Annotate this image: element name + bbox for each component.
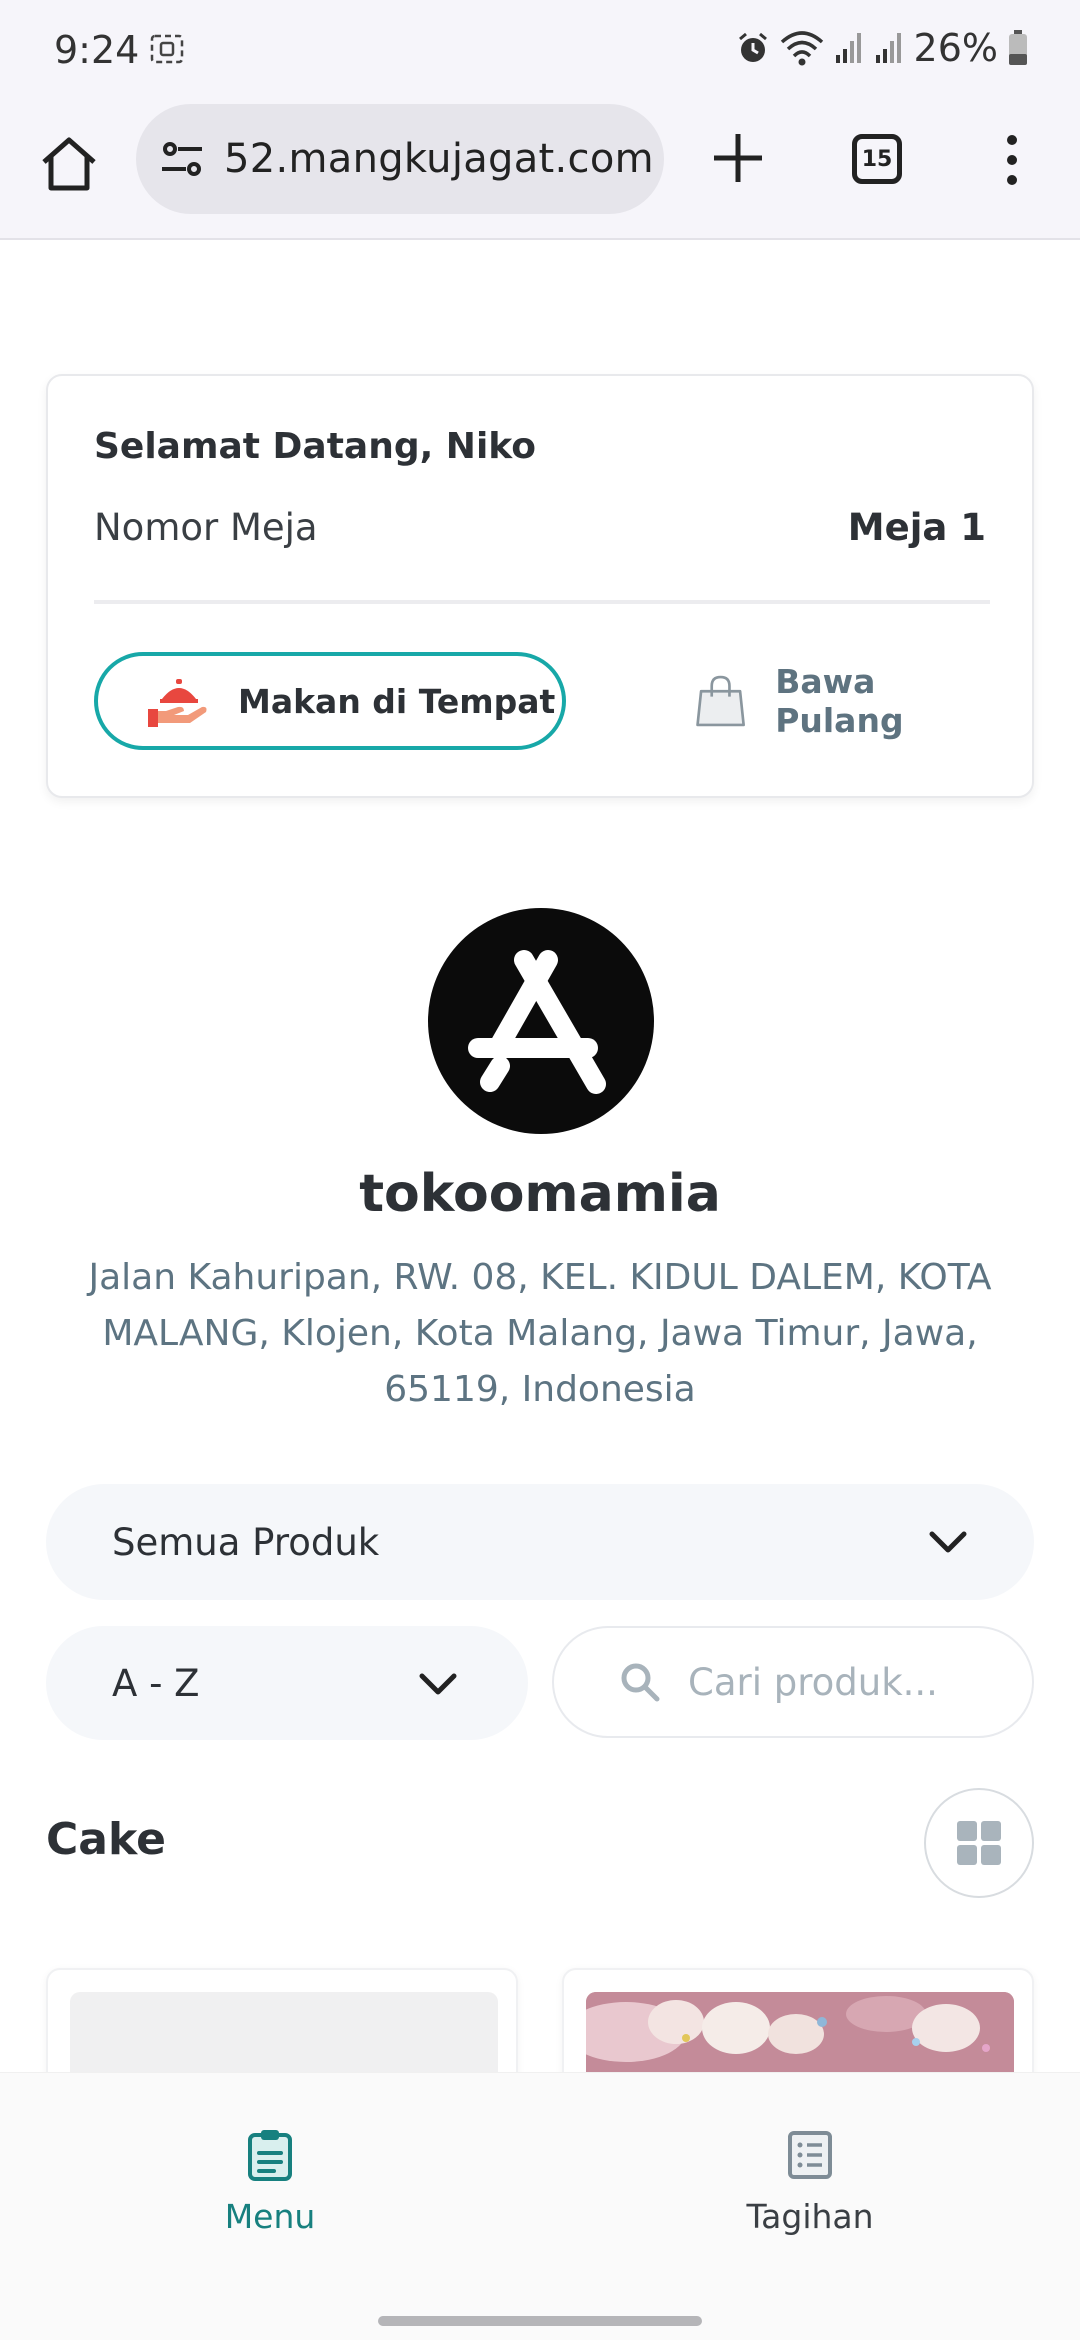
- category-dropdown[interactable]: Semua Produk: [46, 1484, 1034, 1600]
- tabs-icon[interactable]: 15: [852, 134, 902, 184]
- home-icon[interactable]: [36, 132, 102, 198]
- more-icon[interactable]: [1000, 130, 1024, 190]
- alarm-icon: [738, 32, 767, 62]
- screen-record-icon: [150, 34, 184, 64]
- wifi-icon: [780, 31, 823, 66]
- sort-dropdown[interactable]: A - Z: [46, 1626, 528, 1740]
- dine-in-label: Makan di Tempat: [238, 681, 556, 721]
- status-icons: 26%: [736, 26, 1028, 70]
- nav-item-tagihan[interactable]: Tagihan: [710, 2129, 910, 2236]
- bill-list-icon: [788, 2131, 832, 2179]
- grid-view-icon: [957, 1821, 1001, 1865]
- battery-percent: 26%: [913, 26, 998, 70]
- bottom-navigation: Menu Tagihan: [0, 2072, 1080, 2258]
- nav-label-tagihan: Tagihan: [746, 2197, 874, 2236]
- store-address: Jalan Kahuripan, RW. 08, KEL. KIDUL DALE…: [88, 1257, 992, 1410]
- chevron-down-icon: [419, 1673, 457, 1695]
- search-icon: [621, 1663, 660, 1702]
- shopping-bag-icon: [696, 675, 745, 727]
- sort-selected: A - Z: [112, 1661, 200, 1705]
- divider: [94, 600, 990, 604]
- welcome-title: Selamat Datang, Niko: [94, 426, 536, 467]
- store-name: tokoomamia: [359, 1164, 721, 1224]
- table-number-value: Meja 1: [847, 506, 986, 549]
- status-bar: 9:24 26%: [0, 0, 1080, 100]
- dine-in-icon: [148, 679, 207, 727]
- takeaway-button[interactable]: Bawa Pulang: [642, 652, 988, 750]
- app-store-logo-icon: [428, 908, 654, 1134]
- table-number-label: Nomor Meja: [94, 506, 318, 549]
- category-title: Cake: [46, 1814, 166, 1865]
- new-tab-icon[interactable]: [708, 128, 768, 188]
- clipboard-icon: [248, 2130, 292, 2181]
- dine-in-button[interactable]: Makan di Tempat: [94, 652, 566, 750]
- signal-icon: [835, 33, 861, 63]
- home-gesture-bar[interactable]: [378, 2316, 702, 2326]
- address-bar[interactable]: 52.mangkujagat.com: [136, 104, 664, 214]
- gesture-area: [0, 2258, 1080, 2340]
- url-text[interactable]: 52.mangkujagat.com: [224, 136, 654, 182]
- search-placeholder: Cari produk...: [688, 1660, 938, 1704]
- browser-toolbar: 52.mangkujagat.com 15: [0, 100, 1080, 240]
- nav-item-menu[interactable]: Menu: [170, 2129, 370, 2236]
- site-settings-icon[interactable]: [158, 135, 206, 183]
- takeaway-label: Bawa Pulang: [775, 662, 904, 740]
- battery-icon: [1009, 30, 1027, 65]
- grid-view-toggle[interactable]: [924, 1788, 1034, 1898]
- status-time: 9:24: [54, 28, 140, 72]
- category-selected: Semua Produk: [112, 1520, 380, 1564]
- signal-icon: [875, 33, 901, 63]
- nav-label-menu: Menu: [224, 2197, 316, 2236]
- search-input[interactable]: Cari produk...: [552, 1626, 1034, 1738]
- welcome-card: Selamat Datang, Niko Nomor Meja Meja 1 M…: [46, 374, 1034, 798]
- chevron-down-icon: [929, 1531, 967, 1553]
